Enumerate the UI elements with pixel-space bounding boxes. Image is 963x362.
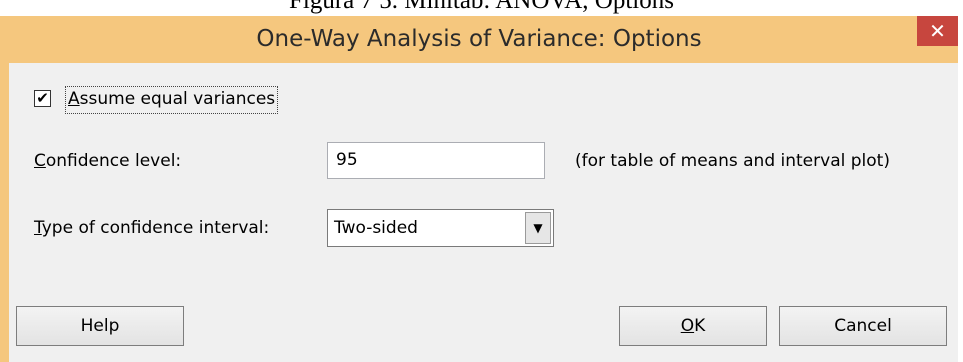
dropdown-arrow-button[interactable]: ▼ [525, 212, 551, 244]
interval-type-label: Type of confidence interval: [34, 217, 269, 239]
checkmark-icon: ✔ [36, 89, 49, 107]
dialog-title: One-Way Analysis of Variance: Options [256, 26, 702, 52]
interval-type-select[interactable]: Two-sided ▼ [327, 209, 554, 247]
mnemonic-c: C [34, 151, 46, 171]
ok-label: K [694, 316, 706, 336]
confidence-level-label: Confidence level: [34, 150, 181, 172]
confidence-level-input[interactable]: 95 [327, 142, 545, 179]
confidence-level-hint: (for table of means and interval plot) [575, 151, 890, 171]
mnemonic-o: O [680, 316, 695, 336]
mnemonic-t: T [34, 218, 42, 238]
help-button[interactable]: Help [16, 306, 184, 346]
ok-button[interactable]: OK [619, 306, 767, 346]
options-dialog: One-Way Analysis of Variance: Options ✕ … [0, 16, 958, 362]
label-text: ype of confidence interval: [41, 218, 270, 238]
close-icon: ✕ [929, 19, 946, 43]
label-text: ssume equal variances [79, 89, 276, 109]
title-bar[interactable]: One-Way Analysis of Variance: Options ✕ [0, 16, 958, 63]
figure-caption: Figura 7 5. Minitab: ANOVA, Options [289, 0, 674, 14]
label-text: onfidence level: [45, 151, 182, 171]
close-button[interactable]: ✕ [917, 16, 958, 46]
chevron-down-icon: ▼ [533, 221, 543, 235]
mnemonic-a: A [68, 89, 80, 109]
assume-equal-variances-label[interactable]: Assume equal variances [65, 86, 279, 114]
dialog-body: ✔ Assume equal variances Confidence leve… [9, 63, 958, 362]
cancel-button[interactable]: Cancel [779, 306, 947, 346]
interval-type-value: Two-sided [334, 218, 418, 238]
assume-equal-variances-checkbox[interactable]: ✔ [34, 90, 51, 107]
